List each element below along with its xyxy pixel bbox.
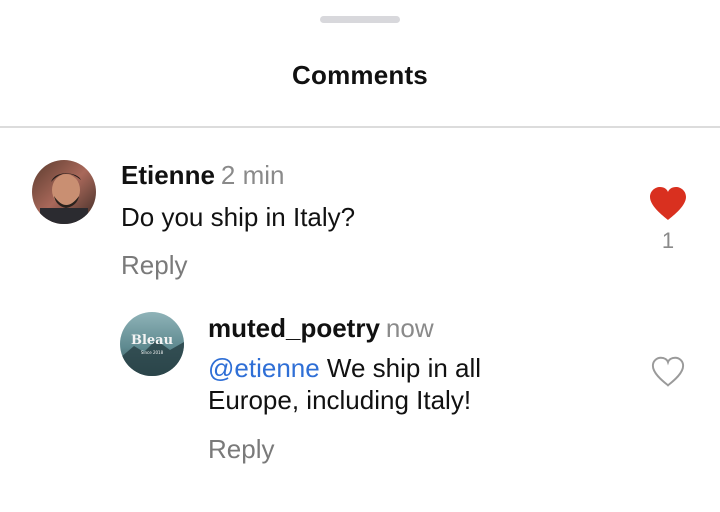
- reply-username[interactable]: muted_poetry: [208, 313, 380, 343]
- mention-link[interactable]: @etienne: [208, 353, 320, 383]
- heart-filled-icon: [650, 187, 686, 220]
- reply-button[interactable]: Reply: [121, 250, 187, 281]
- sheet-drag-handle[interactable]: [320, 16, 400, 23]
- avatar[interactable]: Bleau Since 2018: [120, 312, 184, 376]
- reply-time: now: [385, 313, 434, 343]
- header-divider: [0, 126, 720, 128]
- person-photo-avatar-icon: [32, 160, 96, 224]
- reply-header: muted_poetry now: [208, 313, 434, 344]
- reply-button[interactable]: Reply: [208, 434, 274, 465]
- avatar-brand-text: Bleau: [131, 333, 173, 348]
- like-button[interactable]: [650, 356, 686, 388]
- like-button[interactable]: [648, 186, 688, 222]
- like-count: 1: [661, 228, 675, 253]
- comment-text: Do you ship in Italy?: [121, 202, 356, 232]
- page-title: Comments: [292, 60, 428, 90]
- comment-header: Etienne 2 min: [121, 160, 285, 191]
- heart-outline-icon: [651, 356, 685, 387]
- comment-username[interactable]: Etienne: [121, 160, 215, 190]
- comment-time: 2 min: [220, 160, 285, 190]
- avatar-brand-subtext: Since 2018: [141, 350, 164, 355]
- comments-sheet: Comments Etienne 2 min Do you ship in It…: [0, 0, 720, 512]
- reply-text: @etienne We ship in all Europe, includin…: [208, 352, 548, 416]
- avatar[interactable]: [32, 160, 96, 224]
- bleau-brand-avatar-icon: Bleau Since 2018: [120, 312, 184, 376]
